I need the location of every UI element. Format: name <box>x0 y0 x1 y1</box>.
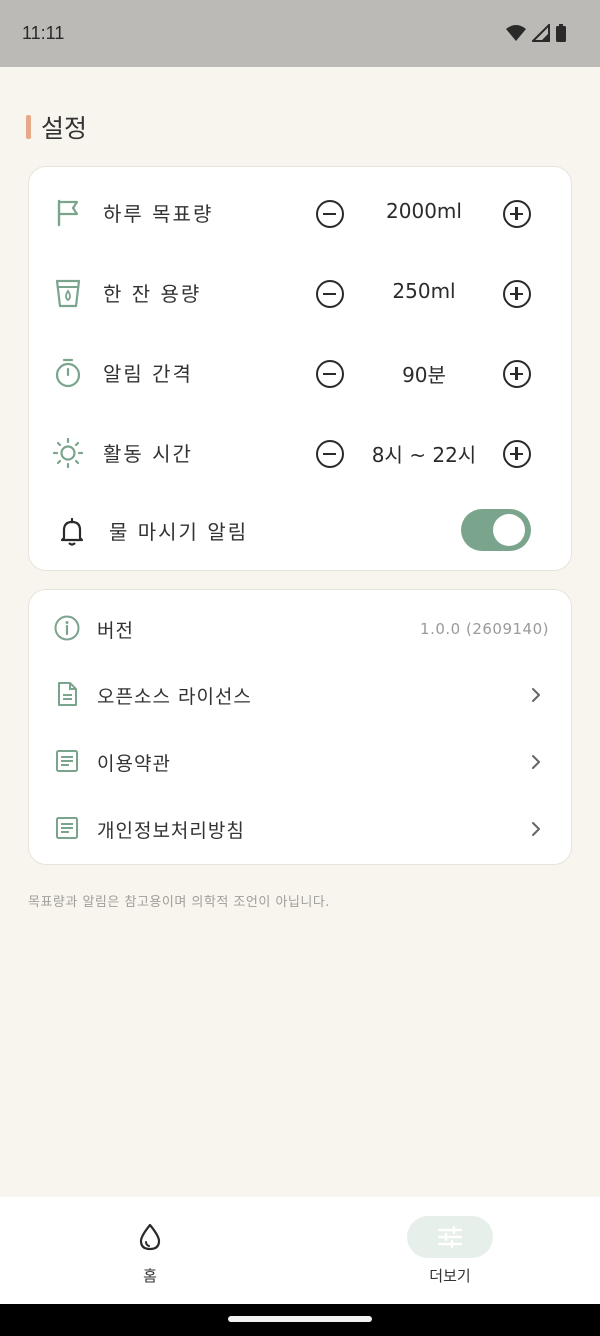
cup-size-increase-button[interactable] <box>503 280 531 308</box>
document-icon <box>58 682 77 706</box>
article-icon <box>56 750 78 772</box>
flag-icon <box>57 199 79 227</box>
version-value: 1.0.0 (2609140) <box>420 620 549 638</box>
info-icon <box>54 615 80 641</box>
water-drop-icon <box>139 1223 161 1251</box>
sun-icon <box>52 437 84 469</box>
info-row-licenses[interactable]: 오픈소스 라이선스 <box>29 666 573 722</box>
battery-icon <box>556 24 566 42</box>
reminder-interval-increase-button[interactable] <box>503 360 531 388</box>
cup-size-decrease-button[interactable] <box>316 280 344 308</box>
nav-home-label: 홈 <box>143 1267 157 1285</box>
setting-row-cup-size: 한 잔 용량 250ml <box>29 262 573 322</box>
daily-goal-label: 하루 목표량 <box>103 202 214 226</box>
bell-icon <box>60 517 84 546</box>
wifi-icon <box>506 25 526 41</box>
terms-label: 이용약관 <box>97 753 171 775</box>
version-label: 버전 <box>97 620 134 642</box>
status-time: 11:11 <box>22 23 65 43</box>
bottom-navigation: 홈 더보기 <box>0 1197 600 1304</box>
drink-reminder-toggle[interactable] <box>461 509 531 551</box>
active-hours-increase-button[interactable] <box>503 440 531 468</box>
signal-icon <box>532 24 550 42</box>
nav-more[interactable]: 더보기 <box>350 1197 550 1304</box>
nav-home-icon-wrap <box>107 1216 193 1258</box>
setting-row-daily-goal: 하루 목표량 2000ml <box>29 182 573 242</box>
active-hours-value: 8시 ~ 22시 <box>371 443 477 467</box>
page-title-text: 설정 <box>41 114 88 143</box>
status-bar: 11:11 <box>0 0 600 67</box>
settings-card: 하루 목표량 2000ml 한 잔 용량 250ml 알림 간격 90분 활동 … <box>28 166 572 571</box>
nav-more-icon-wrap <box>407 1216 493 1258</box>
toggle-knob <box>493 514 525 546</box>
privacy-label: 개인정보처리방침 <box>97 820 245 842</box>
sliders-icon <box>437 1225 463 1249</box>
active-hours-label: 활동 시간 <box>103 442 193 466</box>
chevron-right-icon <box>532 688 540 702</box>
gesture-handle[interactable] <box>228 1316 372 1322</box>
drink-reminder-label: 물 마시기 알림 <box>109 520 249 544</box>
article-icon <box>56 817 78 839</box>
timer-icon <box>55 358 81 388</box>
disclaimer-text: 목표량과 알림은 참고용이며 의학적 조언이 아닙니다. <box>28 895 330 910</box>
setting-row-active-hours: 활동 시간 8시 ~ 22시 <box>29 422 573 482</box>
info-row-version: 버전 1.0.0 (2609140) <box>29 600 573 656</box>
page-title: 설정 <box>26 110 87 144</box>
reminder-interval-decrease-button[interactable] <box>316 360 344 388</box>
gesture-bar <box>0 1304 600 1336</box>
setting-row-reminder-interval: 알림 간격 90분 <box>29 342 573 402</box>
daily-goal-value: 2000ml <box>386 199 462 223</box>
active-hours-decrease-button[interactable] <box>316 440 344 468</box>
cup-size-value: 250ml <box>392 279 456 303</box>
info-row-terms[interactable]: 이용약관 <box>29 733 573 789</box>
cup-size-label: 한 잔 용량 <box>103 282 202 306</box>
daily-goal-increase-button[interactable] <box>503 200 531 228</box>
info-card: 버전 1.0.0 (2609140) 오픈소스 라이선스 이용약관 개인정보처리… <box>28 589 572 865</box>
chevron-right-icon <box>532 755 540 769</box>
reminder-interval-value: 90분 <box>402 363 446 387</box>
nav-more-label: 더보기 <box>429 1267 471 1285</box>
cup-icon <box>55 279 81 308</box>
licenses-label: 오픈소스 라이선스 <box>97 686 252 708</box>
status-icons <box>506 24 566 42</box>
title-accent-bar <box>26 115 31 139</box>
nav-home[interactable]: 홈 <box>50 1197 250 1304</box>
chevron-right-icon <box>532 822 540 836</box>
reminder-interval-label: 알림 간격 <box>103 362 193 386</box>
daily-goal-decrease-button[interactable] <box>316 200 344 228</box>
info-row-privacy[interactable]: 개인정보처리방침 <box>29 800 573 856</box>
